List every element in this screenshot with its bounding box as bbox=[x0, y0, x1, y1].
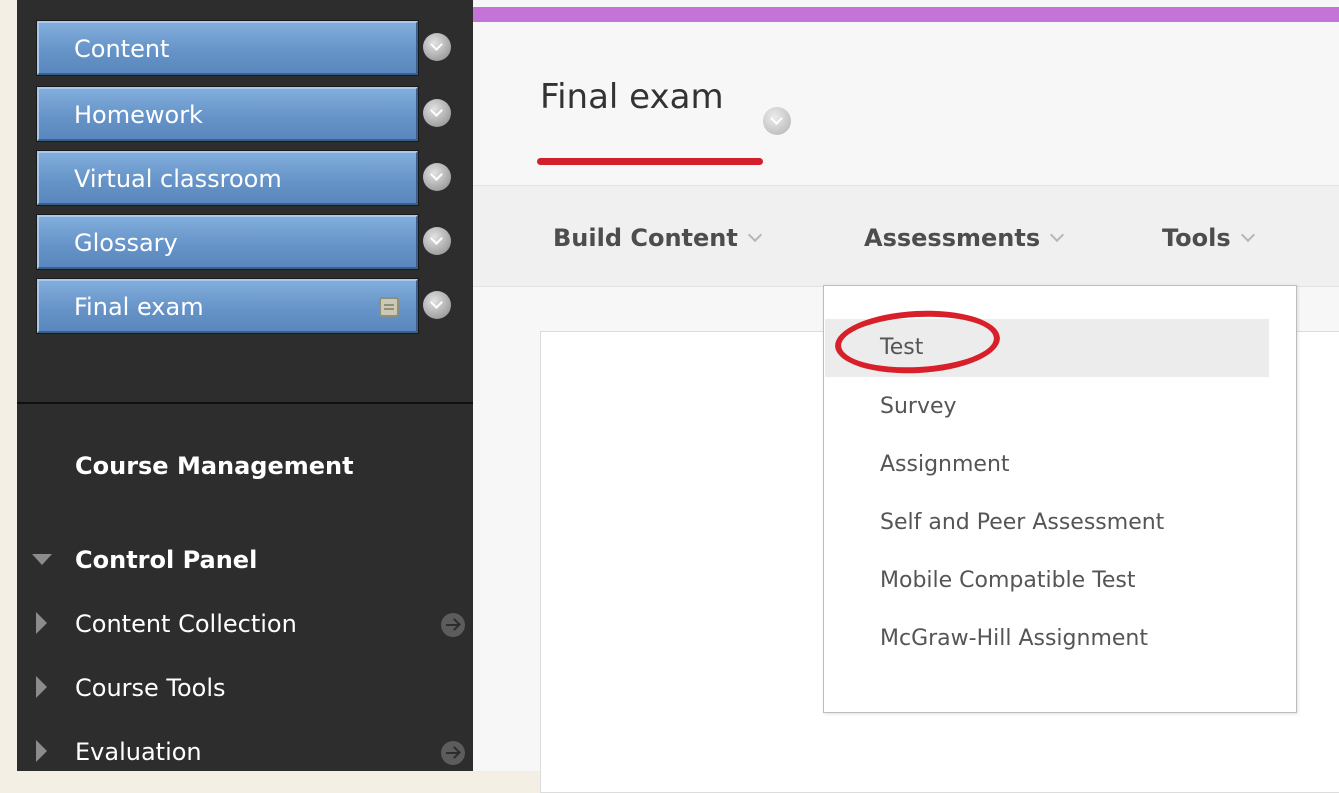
assessments-menu-button[interactable]: Assessments bbox=[864, 186, 1065, 286]
chevron-down-icon bbox=[1240, 227, 1255, 243]
tools-menu-button[interactable]: Tools bbox=[1162, 186, 1255, 286]
course-menu-item-virtual-classroom[interactable]: Virtual classroom bbox=[37, 151, 473, 207]
assessments-dropdown-menu: Test Survey Assignment Self and Peer Ass… bbox=[823, 285, 1297, 713]
assessments-label: Assessments bbox=[864, 224, 1041, 252]
menu-item-mobile-compatible-test[interactable]: Mobile Compatible Test bbox=[825, 552, 1269, 610]
control-panel-item-label: Evaluation bbox=[75, 738, 202, 766]
menu-item-survey[interactable]: Survey bbox=[825, 378, 1269, 436]
course-sidebar: Content Homework Virtual classroom Gloss… bbox=[17, 0, 473, 771]
sidebar-divider bbox=[17, 402, 473, 404]
arrow-right-circle-icon[interactable] bbox=[441, 613, 465, 637]
course-menu-button[interactable]: Virtual classroom bbox=[37, 151, 418, 205]
build-content-menu-button[interactable]: Build Content bbox=[553, 186, 762, 286]
menu-item-mcgraw-hill-assignment[interactable]: McGraw-Hill Assignment bbox=[825, 610, 1269, 668]
chevron-down-icon[interactable] bbox=[423, 227, 451, 255]
control-panel-item-content-collection[interactable]: Content Collection bbox=[17, 594, 473, 654]
control-panel-item-course-tools[interactable]: Course Tools bbox=[17, 658, 473, 718]
control-panel-item-label: Content Collection bbox=[75, 610, 297, 638]
chevron-down-icon[interactable] bbox=[423, 99, 451, 127]
control-panel-item-evaluation[interactable]: Evaluation bbox=[17, 722, 473, 771]
control-panel-item-label: Course Tools bbox=[75, 674, 226, 702]
arrow-right-circle-icon[interactable] bbox=[441, 741, 465, 765]
content-page-icon bbox=[379, 297, 399, 317]
page-title: Final exam bbox=[540, 77, 724, 117]
course-management-heading: Course Management bbox=[75, 452, 354, 480]
control-panel-label: Control Panel bbox=[75, 546, 258, 574]
course-menu-button[interactable]: Homework bbox=[37, 87, 418, 141]
course-menu-label: Homework bbox=[74, 101, 203, 129]
main-content: Final exam Build Content Assessments Too… bbox=[473, 0, 1339, 793]
caret-down-icon bbox=[32, 554, 52, 565]
chevron-down-icon bbox=[1050, 227, 1065, 243]
annotation-underline bbox=[537, 158, 763, 165]
chevron-down-icon bbox=[747, 227, 762, 243]
caret-right-icon bbox=[36, 612, 47, 634]
course-menu-label: Virtual classroom bbox=[74, 165, 282, 193]
course-menu-button[interactable]: Glossary bbox=[37, 215, 418, 269]
control-panel-toggle[interactable]: Control Panel bbox=[17, 530, 473, 590]
course-menu-item-glossary[interactable]: Glossary bbox=[37, 215, 473, 271]
course-menu-item-content[interactable]: Content bbox=[37, 21, 473, 77]
caret-right-icon bbox=[36, 740, 47, 762]
chevron-down-icon[interactable] bbox=[423, 33, 451, 61]
chevron-down-icon[interactable] bbox=[423, 163, 451, 191]
course-menu-label: Glossary bbox=[74, 229, 178, 257]
menu-item-assignment[interactable]: Assignment bbox=[825, 436, 1269, 494]
caret-right-icon bbox=[36, 676, 47, 698]
course-menu-button[interactable]: Final exam bbox=[37, 279, 418, 333]
course-menu-button[interactable]: Content bbox=[37, 21, 418, 75]
build-content-label: Build Content bbox=[553, 224, 738, 252]
action-toolbar: Build Content Assessments Tools bbox=[473, 185, 1339, 287]
chevron-down-icon[interactable] bbox=[423, 291, 451, 319]
menu-item-test[interactable]: Test bbox=[825, 319, 1269, 377]
chevron-down-icon[interactable] bbox=[763, 107, 791, 135]
course-menu-label: Content bbox=[74, 35, 170, 63]
page-header: Final exam bbox=[473, 22, 1339, 185]
top-accent-bar bbox=[473, 7, 1339, 22]
menu-item-self-and-peer-assessment[interactable]: Self and Peer Assessment bbox=[825, 494, 1269, 552]
tools-label: Tools bbox=[1162, 224, 1231, 252]
course-menu-item-final-exam[interactable]: Final exam bbox=[37, 279, 473, 335]
course-menu-item-homework[interactable]: Homework bbox=[37, 87, 473, 143]
course-menu-label: Final exam bbox=[74, 293, 204, 321]
